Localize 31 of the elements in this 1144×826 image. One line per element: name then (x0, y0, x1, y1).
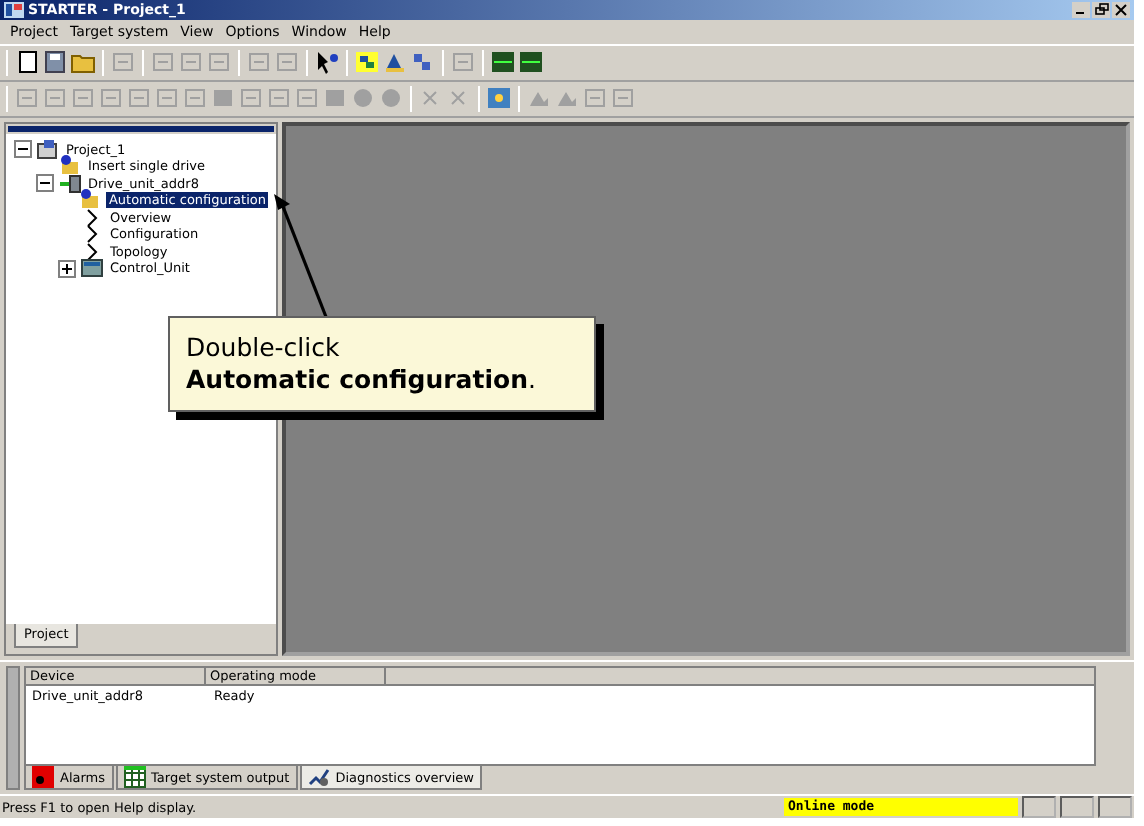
insert-icon (78, 188, 103, 213)
drive-icon[interactable] (382, 49, 408, 74)
restore-icon[interactable] (1092, 1, 1110, 18)
monitor-icon[interactable] (490, 49, 516, 74)
project-icon (36, 137, 60, 162)
close-icon[interactable] (1112, 1, 1130, 18)
square-icon[interactable] (210, 85, 236, 110)
device-icon[interactable] (410, 49, 436, 74)
insert-icon (58, 154, 82, 179)
circle-icon[interactable] (350, 85, 376, 110)
alarm-icon (32, 766, 54, 788)
drive-icon (58, 171, 82, 196)
status-cell (1060, 796, 1094, 818)
collapse-icon[interactable] (14, 140, 32, 159)
app-icon (4, 1, 24, 18)
circle-icon[interactable] (378, 85, 404, 110)
square-icon[interactable] (322, 85, 348, 110)
diagnostics-icon (307, 766, 330, 788)
unit-icon (80, 256, 104, 281)
folder-icon[interactable] (70, 49, 96, 74)
page-icon[interactable] (14, 49, 40, 74)
status-cell (1022, 796, 1056, 818)
diagnostics-icon[interactable] (486, 85, 512, 110)
collapse-icon[interactable] (36, 174, 54, 193)
status-cell (1098, 796, 1132, 818)
network-icon[interactable] (354, 49, 380, 74)
panel-grip (6, 666, 20, 790)
monitor-icon[interactable] (518, 49, 544, 74)
help-pointer-icon[interactable] (314, 49, 340, 74)
minimize-icon[interactable] (1072, 1, 1090, 18)
expand-icon[interactable] (58, 259, 76, 278)
